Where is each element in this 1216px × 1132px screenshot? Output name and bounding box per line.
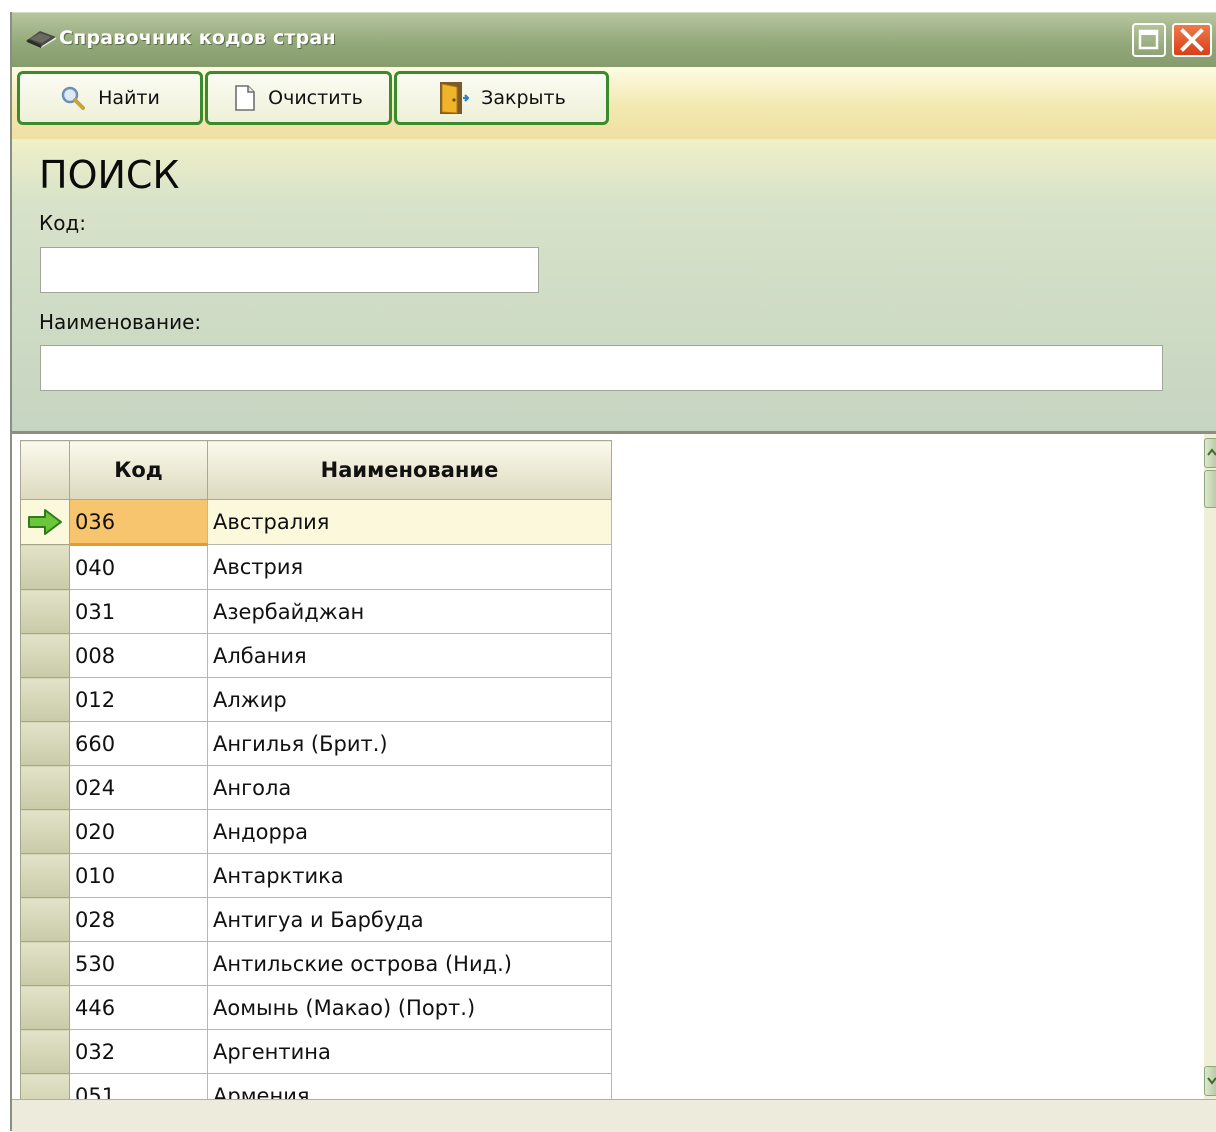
table-row[interactable]: 028 Антигуа и Барбуда [20,897,612,942]
cell-code[interactable]: 010 [69,853,208,898]
cell-name[interactable]: Антильские острова (Нид.) [207,941,612,986]
column-header-name[interactable]: Наименование [207,440,612,500]
row-indicator[interactable] [20,765,70,810]
cell-code[interactable]: 028 [69,897,208,942]
table-body: 036 Австралия 040 Австрия 031 Азербайджан 008 А… [20,499,612,1118]
table-row[interactable]: 036 Австралия [20,499,612,546]
magnifier-icon [61,86,86,110]
cell-code[interactable]: 008 [69,633,208,678]
cell-name[interactable]: Аомынь (Макао) (Порт.) [207,985,612,1030]
table-row[interactable]: 020 Андорра [20,809,612,854]
table-header-row: Код Наименование [20,440,612,500]
table-row[interactable]: 660 Ангилья (Брит.) [20,721,612,766]
table-row[interactable]: 010 Антарктика [20,853,612,898]
door-exit-icon [440,82,470,114]
cell-code[interactable]: 031 [69,589,208,634]
cell-code[interactable]: 040 [69,544,208,590]
cell-name[interactable]: Антарктика [207,853,612,898]
search-heading: ПОИСК [39,153,180,197]
close-button-label: Закрыть [481,87,566,109]
cell-code[interactable]: 024 [69,765,208,810]
find-button[interactable]: Найти [17,71,203,125]
table-row[interactable]: 024 Ангола [20,765,612,810]
cell-name[interactable]: Албания [207,633,612,678]
blank-page-icon [235,85,255,111]
clear-button[interactable]: Очистить [205,71,392,125]
cell-code[interactable]: 660 [69,721,208,766]
table-row[interactable]: 032 Аргентина [20,1029,612,1074]
name-input[interactable] [40,345,1163,391]
code-label: Код: [39,211,87,235]
row-indicator[interactable] [20,544,70,590]
cell-code[interactable]: 012 [69,677,208,722]
country-codes-window: Справочник кодов стран Найти Очистить За… [10,12,1216,1132]
row-indicator[interactable] [20,853,70,898]
cell-code[interactable]: 530 [69,941,208,986]
table-row[interactable]: 012 Алжир [20,677,612,722]
search-panel: ПОИСК Код: Наименование: [12,139,1216,431]
table-row[interactable]: 008 Албания [20,633,612,678]
cell-name[interactable]: Ангилья (Брит.) [207,721,612,766]
window-title: Справочник кодов стран [59,27,336,49]
row-indicator[interactable] [20,589,70,634]
cell-code[interactable]: 036 [69,499,208,546]
table-row[interactable]: 040 Австрия [20,544,612,590]
column-header-code[interactable]: Код [69,440,208,500]
cell-name[interactable]: Андорра [207,809,612,854]
clear-button-label: Очистить [268,87,363,109]
cell-code[interactable]: 446 [69,985,208,1030]
cell-name[interactable]: Антигуа и Барбуда [207,897,612,942]
scroll-down-button[interactable] [1204,1066,1216,1096]
row-indicator[interactable] [20,499,70,545]
name-label: Наименование: [39,310,202,334]
cell-name[interactable]: Алжир [207,677,612,722]
row-indicator-header [20,440,70,500]
cell-name[interactable]: Аргентина [207,1029,612,1074]
find-button-label: Найти [98,87,160,109]
row-indicator[interactable] [20,721,70,766]
cell-code[interactable]: 032 [69,1029,208,1074]
country-table: Код Наименование 036 Австралия 040 Австрия 0… [20,440,612,1118]
current-row-arrow-icon [28,509,62,535]
close-icon [1180,28,1204,52]
row-indicator[interactable] [20,897,70,942]
row-indicator[interactable] [20,677,70,722]
row-indicator[interactable] [20,809,70,854]
table-row[interactable]: 530 Антильские острова (Нид.) [20,941,612,986]
cell-name[interactable]: Австралия [207,499,612,545]
code-input[interactable] [40,247,539,293]
status-bar [12,1099,1216,1132]
title-bar[interactable]: Справочник кодов стран [12,12,1216,67]
vertical-scrollbar[interactable] [1204,434,1216,1099]
cell-name[interactable]: Ангола [207,765,612,810]
row-indicator[interactable] [20,941,70,986]
maximize-icon [1138,29,1159,50]
scroll-up-button[interactable] [1204,438,1216,468]
row-indicator[interactable] [20,985,70,1030]
cell-name[interactable]: Азербайджан [207,589,612,634]
row-indicator[interactable] [20,633,70,678]
book-icon [26,31,56,48]
scroll-up-icon [1207,448,1216,456]
scroll-down-icon [1207,1077,1216,1085]
results-grid: Код Наименование 036 Австралия 040 Австрия 0… [12,431,1216,1118]
table-row[interactable]: 446 Аомынь (Макао) (Порт.) [20,985,612,1030]
scrollbar-thumb[interactable] [1204,470,1216,508]
table-row[interactable]: 031 Азербайджан [20,589,612,634]
maximize-button[interactable] [1132,23,1166,57]
toolbar: Найти Очистить Закрыть [12,67,1216,139]
close-button[interactable]: Закрыть [394,71,609,125]
cell-name[interactable]: Австрия [207,544,612,590]
row-indicator[interactable] [20,1029,70,1074]
close-window-button[interactable] [1172,23,1212,57]
cell-code[interactable]: 020 [69,809,208,854]
